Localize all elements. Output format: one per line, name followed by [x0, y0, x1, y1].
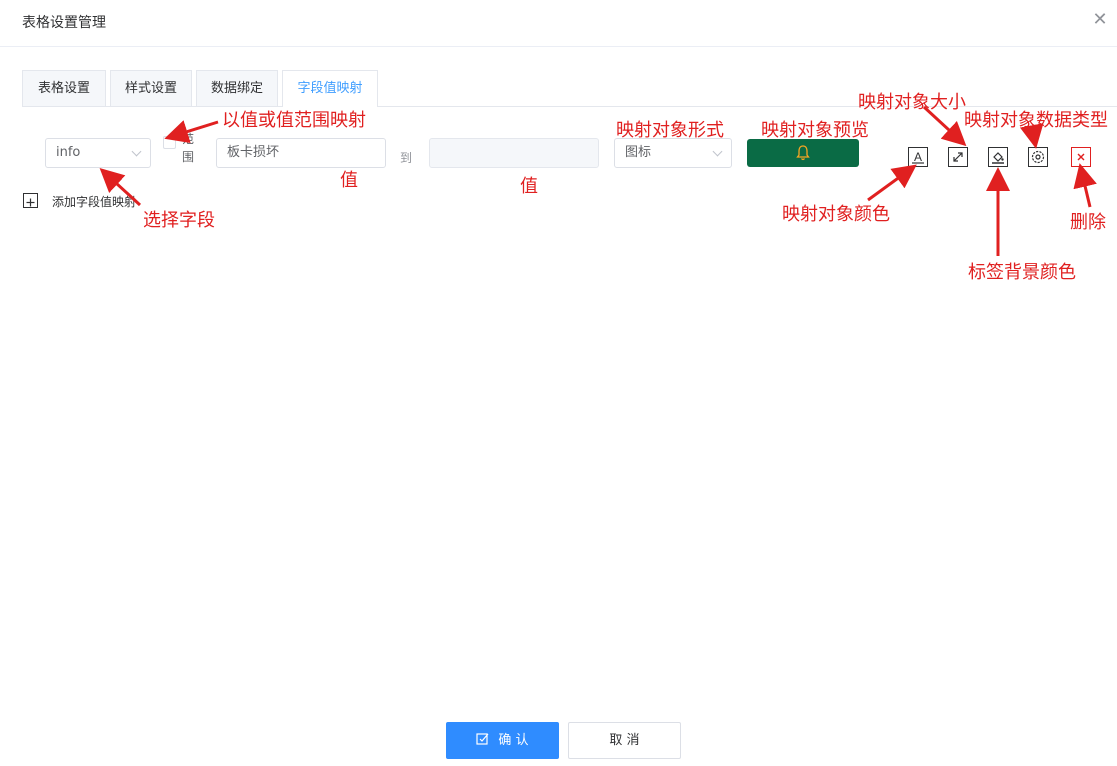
chevron-down-icon — [131, 146, 142, 157]
header-divider — [0, 46, 1117, 47]
mapping-form-value: 图标 — [625, 145, 652, 160]
annotation-mapping-size: 映射对象大小 — [858, 92, 966, 113]
chevron-down-icon — [712, 146, 723, 157]
data-type-button[interactable] — [1028, 147, 1048, 167]
tab-style-settings[interactable]: 样式设置 — [110, 70, 192, 106]
fill-color-icon — [992, 152, 1004, 164]
annotation-range-mapping: 以值或值范围映射 — [222, 110, 366, 131]
label-background-button[interactable] — [988, 147, 1008, 167]
field-select-value: info — [56, 145, 81, 160]
annotation-arrows — [99, 105, 1097, 256]
annotation-select-field: 选择字段 — [143, 210, 215, 231]
settings-icon — [1031, 150, 1045, 164]
dialog-title: 表格设置管理 — [22, 15, 106, 31]
cancel-button[interactable]: 取 消 — [568, 722, 681, 759]
mapping-form-select[interactable]: 图标 — [614, 138, 732, 168]
to-label: 到 — [400, 151, 413, 165]
annotation-label-bg-color: 标签背景颜色 — [968, 262, 1076, 283]
add-mapping-label[interactable]: 添加字段值映射 — [52, 193, 136, 210]
tab-field-value-mapping[interactable]: 字段值映射 — [282, 70, 378, 107]
delete-button[interactable] — [1071, 147, 1091, 167]
annotation-mapping-data-type: 映射对象数据类型 — [964, 110, 1108, 131]
bell-icon — [796, 145, 810, 161]
tab-table-settings[interactable]: 表格设置 — [22, 70, 106, 106]
value-to-input[interactable] — [429, 138, 599, 168]
expand-icon — [953, 152, 963, 162]
text-color-icon: A — [912, 150, 924, 164]
svg-text:A: A — [914, 150, 922, 164]
annotation-mapping-preview: 映射对象预览 — [761, 120, 869, 141]
edit-check-icon — [476, 733, 489, 745]
annotation-mapping-color: 映射对象颜色 — [782, 204, 890, 225]
range-checkbox-label: 范围 — [182, 132, 195, 164]
field-select[interactable]: info — [45, 138, 151, 168]
text-color-button[interactable]: A — [908, 147, 928, 167]
annotation-value-1: 值 — [340, 170, 358, 191]
annotation-delete: 删除 — [1070, 212, 1106, 233]
confirm-button[interactable]: 确 认 — [446, 722, 559, 759]
confirm-label: 确 认 — [498, 733, 529, 748]
add-mapping-button[interactable] — [23, 193, 38, 208]
mapping-preview — [747, 139, 859, 167]
annotation-value-2: 值 — [520, 176, 538, 197]
tab-data-binding[interactable]: 数据绑定 — [196, 70, 278, 106]
value-from-input[interactable]: 板卡损坏 — [216, 138, 386, 168]
annotation-mapping-form: 映射对象形式 — [616, 120, 724, 141]
delete-icon — [1077, 153, 1085, 161]
range-checkbox[interactable] — [163, 136, 176, 149]
size-button[interactable] — [948, 147, 968, 167]
plus-icon — [26, 198, 35, 207]
close-icon[interactable]: ✕ — [1092, 10, 1108, 30]
